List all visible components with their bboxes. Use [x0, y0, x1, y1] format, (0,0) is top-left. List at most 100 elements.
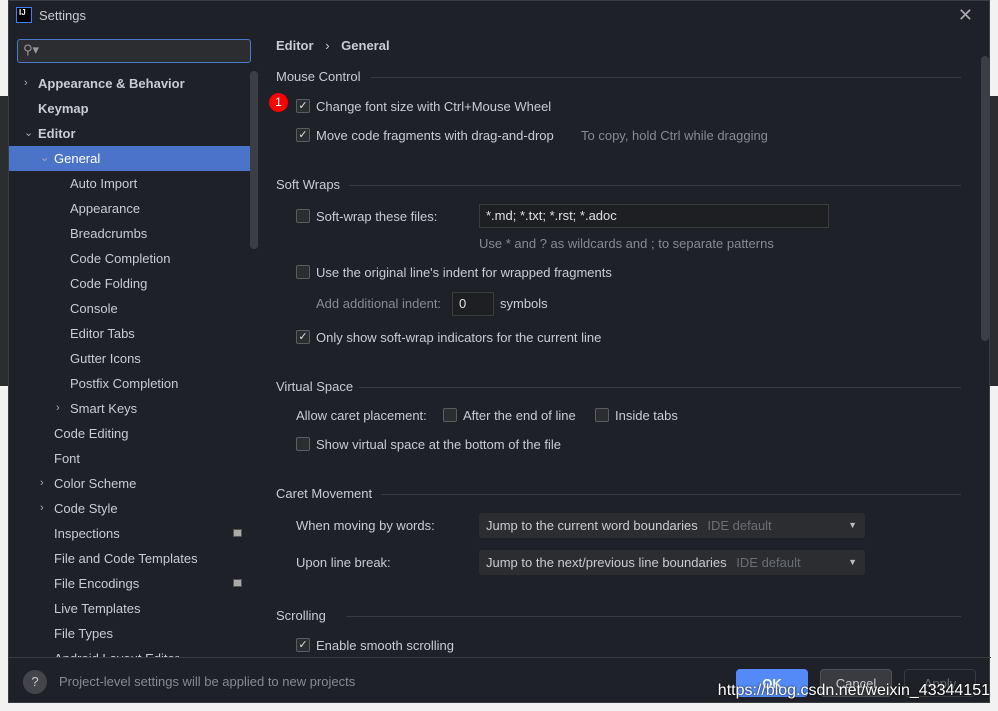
add-indent-input[interactable]: 0 — [452, 292, 494, 316]
soft-wrap-label: Soft-wrap these files: — [316, 209, 438, 224]
dropdown-value: Jump to the next/previous line boundarie… — [486, 555, 727, 570]
inside-tabs-checkbox[interactable] — [595, 408, 609, 422]
divider — [349, 185, 961, 186]
chevron-down-icon[interactable]: ⌄ — [40, 146, 49, 171]
tree-item-label: General — [54, 151, 101, 166]
tree-item[interactable]: ⌄ Editor — [9, 121, 258, 146]
line-break-dropdown[interactable]: Jump to the next/previous line boundarie… — [479, 550, 865, 575]
tree-item-label: Editor Tabs — [70, 326, 135, 341]
footer-divider — [9, 657, 991, 658]
tree-item-label: Breadcrumbs — [70, 226, 148, 241]
original-indent-label: Use the original line's indent for wrapp… — [316, 265, 612, 280]
divider — [371, 77, 961, 78]
tree-item-label: Appearance & Behavior — [38, 76, 185, 91]
background-app-panel — [990, 96, 998, 386]
soft-wrap-checkbox[interactable] — [296, 209, 310, 223]
tree-item[interactable]: File Types — [9, 621, 258, 646]
tree-item-label: Keymap — [38, 101, 89, 116]
divider — [346, 616, 961, 617]
breadcrumb-current: General — [341, 38, 390, 53]
tree-item-label: Font — [54, 451, 81, 466]
line-break-label: Upon line break: — [296, 555, 391, 570]
dropdown-value: Jump to the current word boundaries — [486, 518, 698, 533]
breadcrumb-separator: › — [325, 38, 330, 53]
change-font-label: Change font size with Ctrl+Mouse Wheel — [316, 99, 552, 114]
tree-item[interactable]: Postfix Completion — [9, 371, 258, 396]
after-end-checkbox[interactable] — [443, 408, 457, 422]
tree-item-label: Console — [70, 301, 118, 316]
tree-item-label: Live Templates — [54, 601, 141, 616]
divider — [359, 387, 961, 388]
tree-item[interactable]: Auto Import — [9, 171, 258, 196]
content-scrollbar[interactable] — [981, 56, 989, 341]
tree-item[interactable]: Live Templates — [9, 596, 258, 621]
tree-item[interactable]: › Color Scheme — [9, 471, 258, 496]
breadcrumb: Editor › General — [276, 38, 390, 53]
only-show-label: Only show soft-wrap indicators for the c… — [316, 330, 602, 345]
tree-item[interactable]: Code Folding — [9, 271, 258, 296]
intellij-logo-icon: IJ — [16, 7, 32, 23]
section-caret-movement: Caret Movement — [276, 486, 373, 501]
inside-tabs-label: Inside tabs — [615, 408, 678, 423]
window-title: Settings — [39, 8, 86, 23]
moving-words-dropdown[interactable]: Jump to the current word boundaries IDE … — [479, 513, 865, 538]
tree-item[interactable]: Breadcrumbs — [9, 221, 258, 246]
smooth-scrolling-checkbox[interactable]: ✓ — [296, 638, 310, 652]
tree-item[interactable]: Editor Tabs — [9, 321, 258, 346]
tree-item[interactable]: Keymap — [9, 96, 258, 121]
tree-item[interactable]: Appearance — [9, 196, 258, 221]
soft-wrap-files-input[interactable]: *.md; *.txt; *.rst; *.adoc — [479, 204, 829, 228]
project-scope-icon — [233, 579, 242, 587]
section-mouse-control: Mouse Control — [276, 69, 361, 84]
tree-item-label: Smart Keys — [70, 401, 138, 416]
tree-item[interactable]: Android Layout Editor — [9, 646, 258, 657]
close-icon[interactable]: ✕ — [958, 5, 973, 26]
tree-item-label: Code Editing — [54, 426, 129, 441]
move-code-checkbox[interactable]: ✓ — [296, 128, 310, 142]
dropdown-default: IDE default — [707, 518, 772, 533]
tree-item-label: File Encodings — [54, 576, 140, 591]
tree-item[interactable]: File and Code Templates — [9, 546, 258, 571]
tree-item-label: Code Style — [54, 501, 118, 516]
chevron-down-icon: ▼ — [848, 557, 857, 567]
tree-item-label: Code Folding — [70, 276, 148, 291]
tree-item[interactable]: › Smart Keys — [9, 396, 258, 421]
original-indent-checkbox[interactable] — [296, 265, 310, 279]
tree-item[interactable]: Code Editing — [9, 421, 258, 446]
help-button[interactable]: ? — [23, 670, 47, 694]
watermark: https://blog.csdn.net/weixin_43344151 — [717, 682, 990, 699]
tree-item-label: Android Layout Editor — [54, 646, 179, 657]
search-input[interactable]: ⚲▾ — [17, 39, 251, 63]
smooth-scrolling-label: Enable smooth scrolling — [316, 638, 455, 653]
tree-item[interactable]: Inspections — [9, 521, 258, 546]
chevron-right-icon[interactable]: › — [40, 496, 44, 521]
show-virtual-label: Show virtual space at the bottom of the … — [316, 437, 561, 452]
tree-item[interactable]: File Encodings — [9, 571, 258, 596]
tree-item[interactable]: ⌄ General — [9, 146, 258, 171]
section-virtual-space: Virtual Space — [276, 379, 354, 394]
tree-item[interactable]: › Appearance & Behavior — [9, 71, 258, 96]
show-virtual-checkbox[interactable] — [296, 437, 310, 451]
tree-item-label: File Types — [54, 626, 114, 641]
chevron-down-icon[interactable]: ⌄ — [24, 121, 33, 146]
tree-item[interactable]: Code Completion — [9, 246, 258, 271]
breadcrumb-parent[interactable]: Editor — [276, 38, 314, 53]
symbols-label: symbols — [500, 296, 548, 311]
tree-item[interactable]: › Code Style — [9, 496, 258, 521]
chevron-right-icon[interactable]: › — [24, 71, 28, 96]
tree-scrollbar[interactable] — [250, 71, 258, 249]
chevron-right-icon[interactable]: › — [56, 396, 60, 421]
settings-dialog: IJ Settings ✕ ⚲▾ › Appearance & Behavior K… — [8, 0, 991, 703]
tree-item[interactable]: Gutter Icons — [9, 346, 258, 371]
dropdown-default: IDE default — [736, 555, 801, 570]
tree-item[interactable]: Console — [9, 296, 258, 321]
tree-item-label: Inspections — [54, 526, 120, 541]
tree-item-label: File and Code Templates — [54, 551, 198, 566]
change-font-checkbox[interactable]: ✓ — [296, 99, 310, 113]
annotation-badge: 1 — [269, 93, 288, 112]
tree-item[interactable]: Font — [9, 446, 258, 471]
footer-message: Project-level settings will be applied t… — [59, 674, 356, 689]
chevron-right-icon[interactable]: › — [40, 471, 44, 496]
only-show-checkbox[interactable]: ✓ — [296, 330, 310, 344]
settings-tree: › Appearance & Behavior Keymap ⌄ Editor ⌄ Gene… — [9, 71, 258, 657]
